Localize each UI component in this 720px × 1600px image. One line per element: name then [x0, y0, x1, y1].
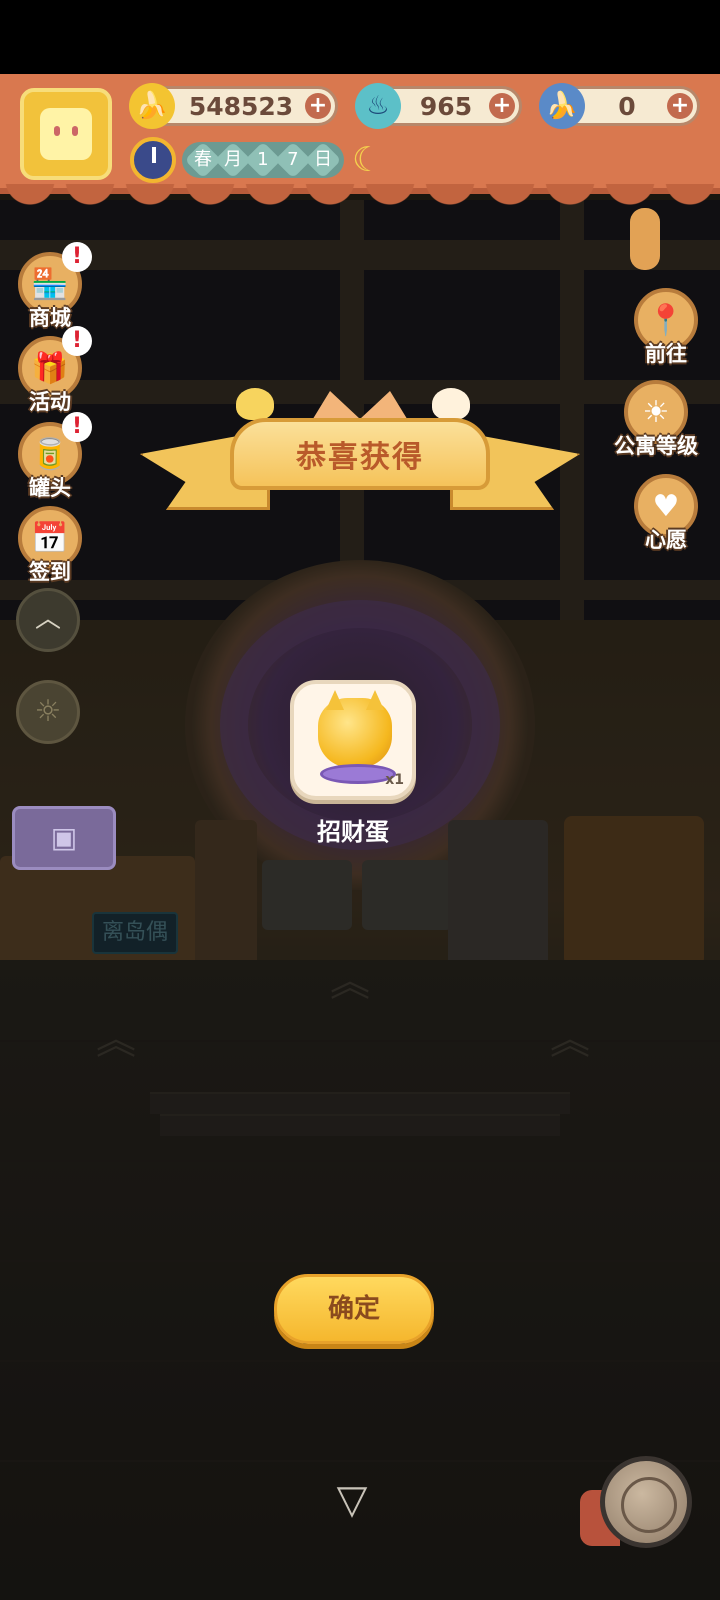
header-scallop [0, 184, 720, 206]
game-scene: 离岛偶 ︽ ︽ ︽ 🍌 548523 + ♨ 965 + 🍌 0 + 春 月 1… [0, 0, 720, 1600]
ribbon: 恭喜获得 [230, 418, 490, 490]
chevron-down-icon[interactable]: ▽ [326, 1480, 378, 1520]
avatar-face-icon [40, 108, 92, 160]
alert-badge: ! [62, 242, 92, 272]
blue-banana-counter: 🍌 0 + [539, 83, 700, 129]
checkin-label: 签到 [29, 560, 71, 584]
checkin-button[interactable]: 📅 签到 [8, 502, 92, 586]
clock-icon [130, 137, 176, 183]
blue-banana-count: 0 [618, 91, 636, 121]
cans-button[interactable]: 🥫 ! 罐头 [8, 412, 92, 502]
flame-count: 965 [419, 91, 473, 121]
cat-head-icon [236, 388, 274, 420]
reward-title: 恭喜获得 [296, 440, 424, 475]
reward-banner: 恭喜获得 [140, 370, 580, 540]
flame-counter: ♨ 965 + [355, 83, 522, 129]
calendar-bar: 春 月 1 7 日 ☾ [130, 137, 390, 183]
banana-count: 548523 [188, 91, 294, 121]
wish-label: 心愿 [645, 528, 687, 552]
reward-item-card[interactable]: x1 [290, 680, 416, 800]
alert-badge: ! [62, 326, 92, 356]
banana-icon: 🍌 [129, 83, 175, 129]
yarn-ball-icon[interactable] [600, 1456, 692, 1548]
lucky-cat-icon [318, 698, 392, 768]
add-flame-button[interactable]: + [489, 93, 515, 119]
hanging-charm-icon[interactable] [630, 208, 660, 270]
apartment-level-label: 公寓等级 [614, 434, 698, 458]
player-avatar[interactable] [20, 88, 112, 180]
ticket-card-icon[interactable]: ▣ [12, 806, 116, 870]
cat-head-icon [432, 388, 470, 420]
moon-icon: ☾ [352, 140, 383, 180]
flame-icon: ♨ [355, 83, 401, 129]
item-quantity: x1 [385, 772, 404, 788]
apartment-level-button[interactable]: ☀ 公寓等级 [606, 376, 706, 460]
date-char: 日 [304, 141, 342, 179]
blue-banana-icon: 🍌 [539, 83, 585, 129]
wish-button[interactable]: ♥ 心愿 [618, 470, 714, 554]
alert-badge: ! [62, 412, 92, 442]
add-banana-button[interactable]: + [305, 93, 331, 119]
confirm-button[interactable]: 确定 [274, 1274, 434, 1344]
sun-gear-icon[interactable]: ☼ [16, 680, 80, 744]
chevron-up-icon[interactable]: ︿ [16, 588, 80, 652]
goto-label: 前往 [645, 342, 687, 366]
reward-item-name: 招财蛋 [317, 818, 389, 846]
banana-counter: 🍌 548523 + [129, 83, 338, 129]
goto-button[interactable]: 📍 前往 [618, 284, 714, 368]
event-button[interactable]: 🎁 ! 活动 [8, 326, 92, 416]
add-blue-banana-button[interactable]: + [667, 93, 693, 119]
date-pill: 春 月 1 7 日 [182, 141, 344, 179]
shop-button[interactable]: 🏪 ! 商城 [8, 242, 92, 332]
cans-label: 罐头 [29, 476, 71, 500]
